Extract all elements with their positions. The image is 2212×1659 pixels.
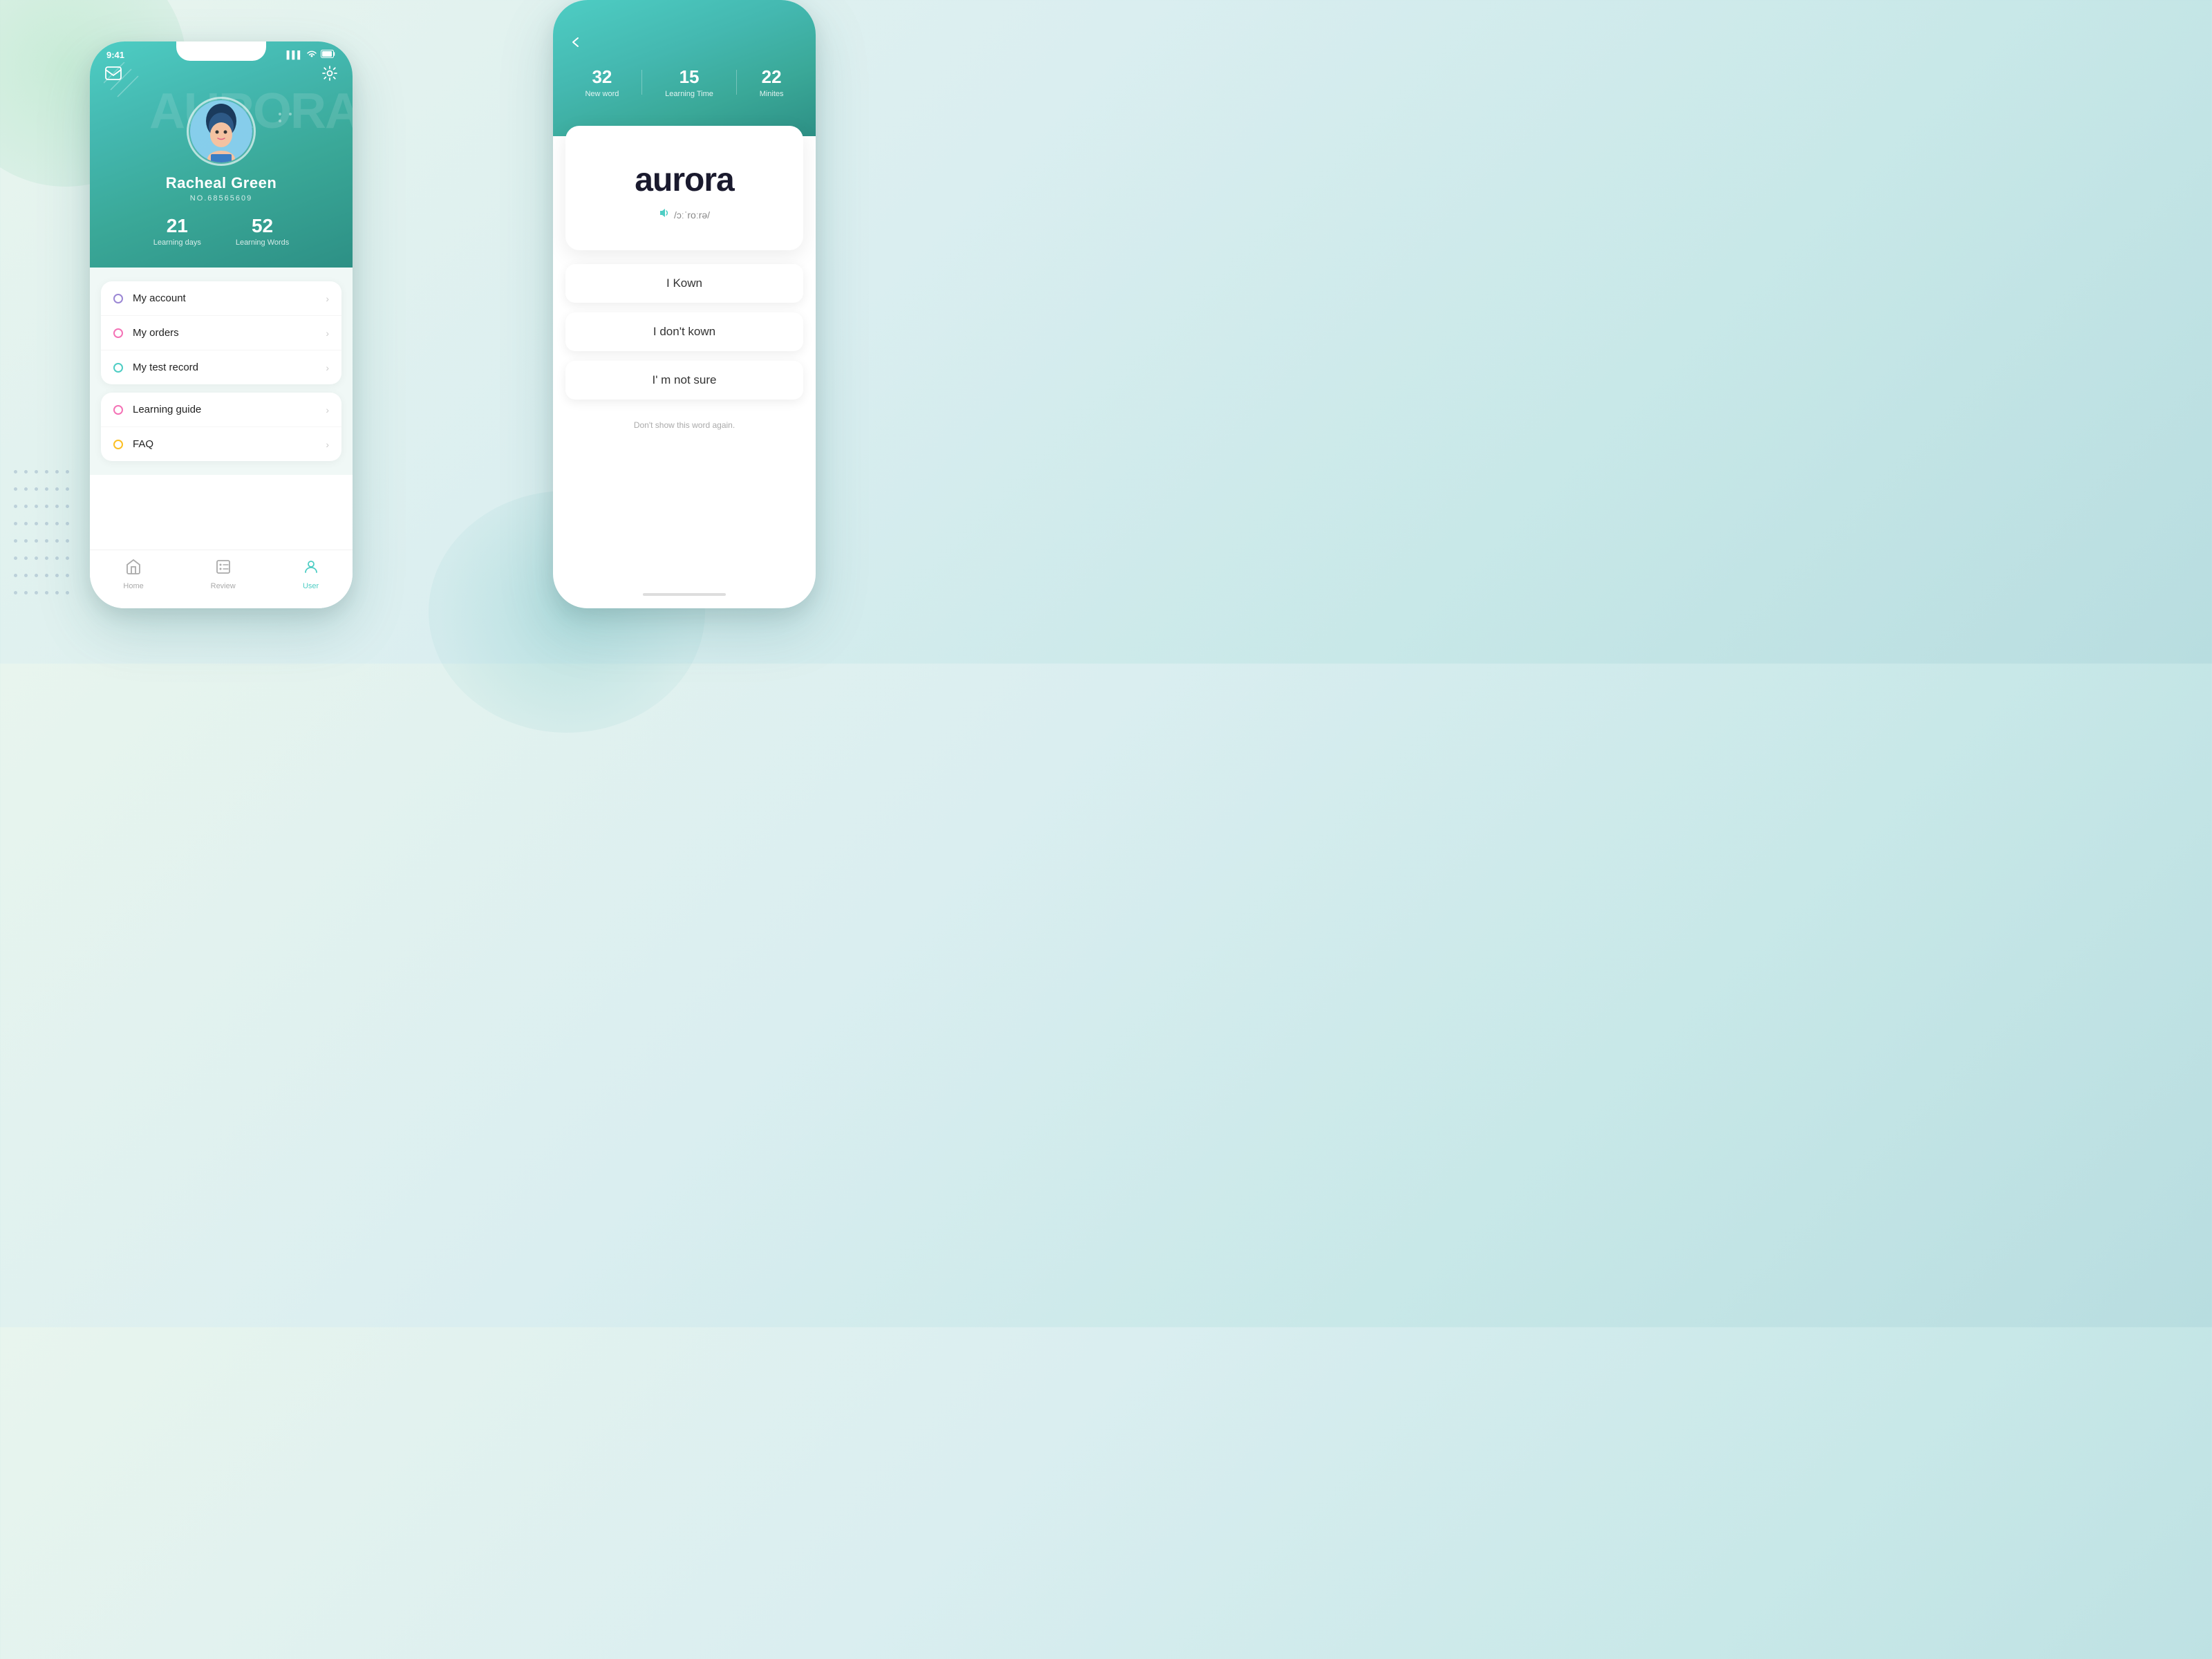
avatar (190, 100, 252, 162)
header-dots-icon (276, 111, 297, 124)
new-word-label: New word (585, 90, 619, 98)
minutes-number: 22 (760, 66, 784, 88)
menu-learning-guide-label: Learning guide (133, 404, 326, 415)
notch (176, 41, 266, 61)
chevron-orders-icon: › (326, 328, 329, 339)
bottom-nav: Home Review User (90, 550, 353, 608)
menu-item-test-record[interactable]: My test record › (101, 350, 341, 384)
dot-learning-guide-icon (113, 405, 123, 415)
menu-account-label: My account (133, 292, 326, 304)
chevron-test-record-icon: › (326, 362, 329, 373)
chevron-faq-icon: › (326, 439, 329, 450)
user-number: NO.68565609 (190, 194, 253, 203)
learning-time-label: Learning Time (665, 90, 713, 98)
phone-left: 9:41 ▌▌▌ (90, 41, 353, 608)
menu-group-1: My account › My orders › My test record … (101, 281, 341, 384)
avatar-ring (187, 97, 256, 166)
menu-orders-label: My orders (133, 327, 326, 339)
learning-words-label: Learning Words (236, 238, 289, 247)
nav-review[interactable]: Review (211, 559, 236, 590)
status-icons: ▌▌▌ (287, 50, 336, 60)
learning-days-stat: 21 Learning days (153, 215, 201, 247)
learning-days-label: Learning days (153, 238, 201, 247)
phonetic-text: /ɔːˈroːrə/ (674, 209, 710, 221)
learning-days-number: 21 (153, 215, 201, 237)
user-name: Racheal Green (166, 174, 277, 192)
home-indicator (643, 593, 726, 596)
chevron-account-icon: › (326, 293, 329, 304)
chevron-learning-guide-icon: › (326, 404, 329, 415)
back-button[interactable] (553, 0, 816, 54)
menu-section: My account › My orders › My test record … (90, 268, 353, 475)
answers-section: I Kown I don't kown I' m not sure (553, 250, 816, 413)
nav-user[interactable]: User (303, 559, 319, 590)
menu-item-faq[interactable]: FAQ › (101, 427, 341, 461)
phone-right: 32 New word 15 Learning Time 22 Minites … (553, 0, 816, 608)
menu-faq-label: FAQ (133, 438, 326, 450)
stat-divider-1 (641, 70, 642, 95)
minutes-label: Minites (760, 90, 784, 98)
learning-words-number: 52 (236, 215, 289, 237)
stat-minutes: 22 Minites (760, 66, 784, 98)
review-icon (215, 559, 232, 579)
new-word-number: 32 (585, 66, 619, 88)
status-time: 9:41 (106, 50, 124, 60)
nav-home-label: Home (123, 582, 143, 590)
profile-stats: 21 Learning days 52 Learning Words (153, 215, 290, 247)
sound-icon[interactable] (659, 207, 670, 222)
phonetic-row: /ɔːˈroːrə/ (659, 207, 710, 222)
stat-new-word: 32 New word (585, 66, 619, 98)
word-card: aurora /ɔːˈroːrə/ (565, 126, 803, 250)
dot-test-record-icon (113, 363, 123, 373)
learning-time-number: 15 (665, 66, 713, 88)
nav-review-label: Review (211, 582, 236, 590)
user-icon (303, 559, 319, 579)
signal-icon: ▌▌▌ (287, 51, 303, 59)
answer-i-know[interactable]: I Kown (565, 264, 803, 303)
stats-header: 32 New word 15 Learning Time 22 Minites (553, 54, 816, 115)
right-phone-header: 32 New word 15 Learning Time 22 Minites (553, 0, 816, 136)
answer-i-dont-know[interactable]: I don't kown (565, 312, 803, 351)
answer-not-sure[interactable]: I' m not sure (565, 361, 803, 400)
word-display: aurora (635, 161, 733, 199)
dot-faq-icon (113, 440, 123, 449)
wifi-icon (306, 50, 317, 60)
dont-show-text[interactable]: Don't show this word again. (553, 413, 816, 437)
nav-home[interactable]: Home (123, 559, 143, 590)
stat-learning-time: 15 Learning Time (665, 66, 713, 98)
dot-account-icon (113, 294, 123, 303)
home-icon (125, 559, 142, 579)
settings-button[interactable] (322, 66, 337, 84)
menu-group-2: Learning guide › FAQ › (101, 393, 341, 461)
menu-item-orders[interactable]: My orders › (101, 316, 341, 350)
menu-item-account[interactable]: My account › (101, 281, 341, 316)
menu-item-learning-guide[interactable]: Learning guide › (101, 393, 341, 427)
battery-icon (321, 50, 336, 60)
learning-words-stat: 52 Learning Words (236, 215, 289, 247)
menu-test-record-label: My test record (133, 362, 326, 373)
deco-lines-icon (104, 62, 159, 104)
stat-divider-2 (736, 70, 737, 95)
dot-orders-icon (113, 328, 123, 338)
nav-user-label: User (303, 582, 319, 590)
